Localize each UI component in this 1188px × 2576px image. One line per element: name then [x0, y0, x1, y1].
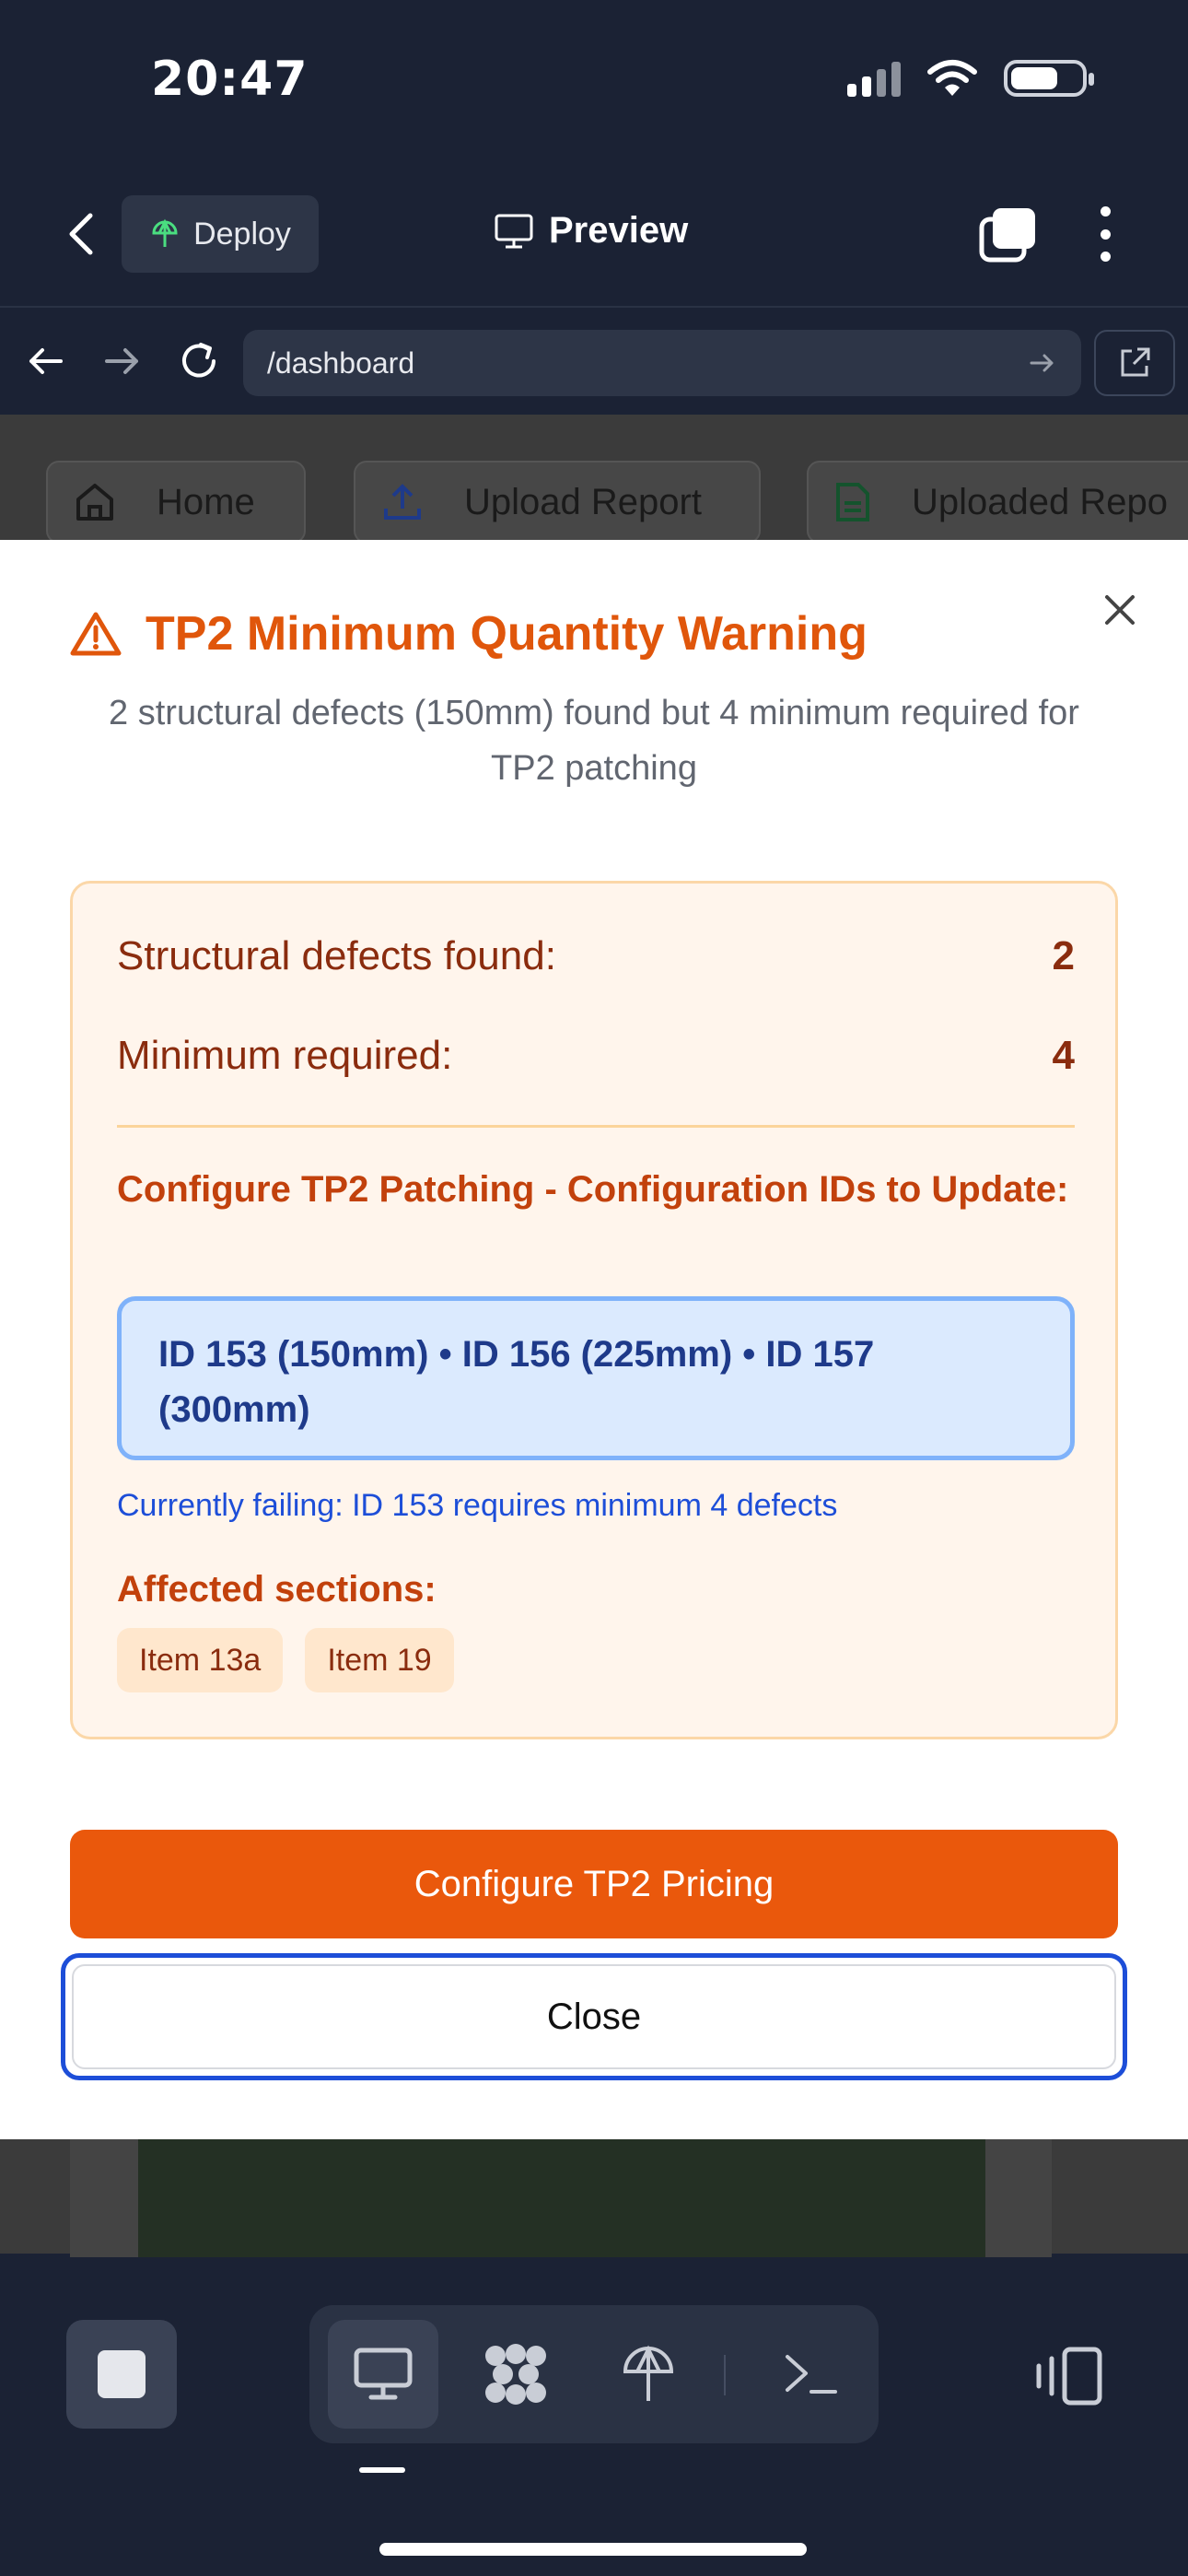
document-icon — [836, 483, 869, 521]
reload-icon[interactable] — [173, 335, 225, 387]
deploy-icon — [623, 2345, 674, 2401]
bottom-toolbar — [0, 2261, 1188, 2576]
divider — [117, 1125, 1075, 1128]
config-title: Configure TP2 Patching - Configuration I… — [117, 1169, 1069, 1210]
monitor-icon — [495, 214, 533, 248]
deploy-button[interactable]: Deploy — [122, 195, 319, 273]
configure-tp2-pricing-button[interactable]: Configure TP2 Pricing — [70, 1830, 1118, 1938]
defects-found-label: Structural defects found: — [117, 933, 556, 978]
upload-icon — [384, 484, 421, 520]
defects-found-value: 2 — [1052, 933, 1075, 978]
page-tab-label: Uploaded Repo — [912, 481, 1168, 522]
app-header: Deploy Preview — [0, 184, 1188, 286]
close-button[interactable]: Close — [61, 1953, 1127, 2080]
status-icons — [847, 59, 1094, 98]
cellular-signal-icon — [847, 60, 901, 97]
preview-label: Preview — [549, 210, 689, 251]
warning-triangle-icon — [70, 612, 122, 656]
go-arrow-icon[interactable] — [1026, 346, 1059, 380]
deploy-tool-button[interactable] — [593, 2320, 704, 2429]
affected-section-chip: Item 13a — [117, 1628, 284, 1692]
open-external-button[interactable] — [1094, 330, 1175, 396]
affected-sections-list: Item 13a Item 19 — [117, 1628, 454, 1692]
minimum-required-value: 4 — [1052, 1033, 1075, 1078]
page-tab-upload-report[interactable]: Upload Report — [354, 461, 761, 544]
status-bar: 20:47 Deploy Preview — [0, 0, 1188, 306]
close-button-label: Close — [72, 1964, 1116, 2069]
page-tab-uploaded-reports[interactable]: Uploaded Repo — [807, 461, 1188, 544]
minimum-required-label: Minimum required: — [117, 1033, 453, 1078]
page-tab-label: Upload Report — [464, 481, 702, 522]
tp2-warning-modal: TP2 Minimum Quantity Warning 2 structura… — [0, 540, 1188, 2139]
minimum-required-row: Minimum required: 4 — [117, 1033, 1075, 1079]
failing-status-text: Currently failing: ID 153 requires minim… — [117, 1488, 838, 1523]
toolbar-separator — [724, 2355, 726, 2395]
layout-switch-icon[interactable] — [1031, 2346, 1105, 2406]
monitor-icon — [354, 2348, 413, 2400]
page-tab-label: Home — [157, 481, 255, 522]
home-indicator — [379, 2543, 807, 2556]
url-input[interactable]: /dashboard — [243, 330, 1081, 396]
browser-back-icon[interactable] — [20, 335, 72, 387]
active-tool-indicator — [359, 2467, 405, 2473]
back-chevron-icon[interactable] — [59, 208, 105, 260]
tool-group — [309, 2305, 879, 2443]
stop-button[interactable] — [66, 2320, 177, 2429]
terminal-icon — [786, 2355, 837, 2394]
preview-tool-button[interactable] — [328, 2320, 438, 2429]
stop-icon — [98, 2350, 146, 2398]
page-panel — [70, 2137, 1052, 2257]
grid-blob-icon — [485, 2344, 546, 2405]
preview-title: Preview — [494, 210, 688, 252]
browser-forward-icon[interactable] — [96, 335, 147, 387]
external-link-icon — [1121, 347, 1150, 377]
url-text: /dashboard — [267, 345, 415, 380]
modal-subtitle: 2 structural defects (150mm) found but 4… — [109, 694, 1079, 788]
modal-title: TP2 Minimum Quantity Warning — [146, 607, 868, 661]
deploy-label: Deploy — [193, 216, 291, 252]
warning-details-box: Structural defects found: 2 Minimum requ… — [70, 881, 1118, 1739]
config-ids-box: ID 153 (150mm) • ID 156 (225mm) • ID 157… — [117, 1296, 1075, 1460]
page-tab-home[interactable]: Home — [46, 461, 306, 544]
home-icon — [76, 484, 113, 521]
more-menu-icon[interactable] — [1087, 206, 1124, 262]
close-icon[interactable] — [1096, 586, 1144, 634]
affected-sections-title: Affected sections: — [117, 1569, 437, 1610]
battery-icon — [1004, 60, 1094, 97]
status-time: 20:47 — [151, 52, 309, 107]
browser-url-bar: /dashboard — [0, 306, 1188, 415]
defects-found-row: Structural defects found: 2 — [117, 933, 1075, 979]
tabs-icon[interactable] — [978, 206, 1037, 263]
terminal-tool-button[interactable] — [755, 2320, 866, 2429]
affected-section-chip: Item 19 — [305, 1628, 454, 1692]
deploy-icon — [152, 218, 178, 247]
modal-header: TP2 Minimum Quantity Warning — [70, 606, 868, 662]
wifi-icon — [927, 60, 977, 96]
workspace-tool-button[interactable] — [460, 2320, 571, 2429]
